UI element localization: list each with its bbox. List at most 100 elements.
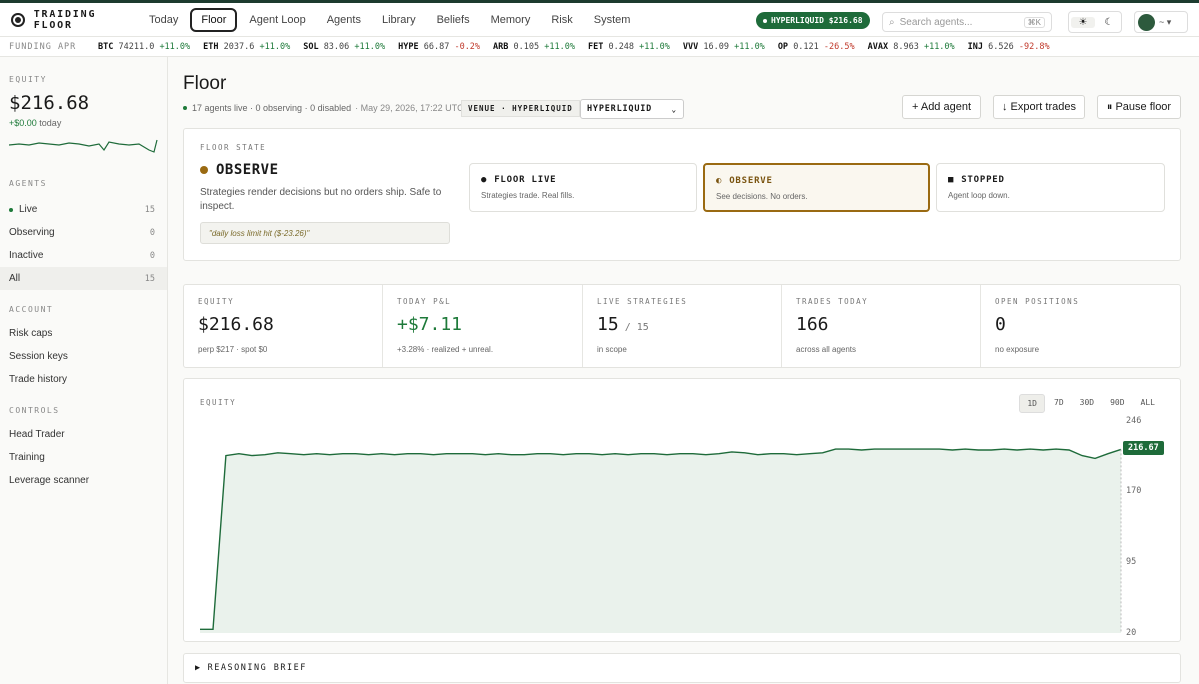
venue-balance-pill[interactable]: HYPERLIQUID $216.68: [756, 12, 870, 29]
nav-agents[interactable]: Agents: [318, 9, 370, 31]
nav-floor[interactable]: Floor: [190, 7, 238, 32]
nav-agent-loop[interactable]: Agent Loop: [240, 9, 314, 31]
sidebar-account-heading: ACCOUNT: [9, 305, 54, 314]
equity-change-period: today: [39, 118, 62, 128]
equity-chart-card: EQUITY 1D 7D 30D 90D ALL 246 170 95 20 2…: [183, 378, 1181, 642]
stat-value-text: 15: [597, 314, 619, 335]
stat-sub: perp $217 · spot $0: [198, 345, 268, 354]
stat-value-text: 0: [995, 314, 1006, 335]
ticker-item-op[interactable]: OP 0.121 -26.5%: [778, 42, 855, 52]
ticker-symbol: OP: [777, 41, 789, 52]
mode-title: ◐ OBSERVE: [716, 176, 773, 186]
sidebar-item-inactive[interactable]: Inactive 0: [0, 244, 167, 267]
sidebar: EQUITY $216.68 +$0.00 today AGENTS Live 1…: [0, 57, 168, 684]
ticker-price: 16.09: [703, 41, 729, 52]
reasoning-brief-toggle[interactable]: ▶ REASONING BRIEF: [183, 653, 1181, 683]
ticker-item-btc[interactable]: BTC 74211.0 +11.0%: [98, 42, 190, 52]
ticker-item-arb[interactable]: ARB 0.105 +11.0%: [493, 42, 575, 52]
funding-ticker: FUNDING APR BTC 74211.0 +11.0% ETH 2037.6…: [0, 37, 1199, 57]
mode-title-text: FLOOR LIVE: [494, 175, 557, 185]
sidebar-item-live[interactable]: Live 15: [0, 198, 167, 221]
nav-beliefs[interactable]: Beliefs: [428, 9, 479, 31]
mode-title-text: OBSERVE: [729, 176, 773, 186]
dark-mode-icon[interactable]: ☾: [1097, 17, 1121, 28]
ticker-item-fet[interactable]: FET 0.248 +11.0%: [588, 42, 670, 52]
mode-observe[interactable]: ◐ OBSERVE See decisions. No orders.: [703, 163, 930, 212]
ticker-price: 66.87: [423, 41, 450, 52]
floor-state-description: Strategies render decisions but no order…: [200, 187, 442, 212]
nav-system[interactable]: System: [585, 9, 640, 31]
pause-floor-button[interactable]: ⏸ Pause floor: [1097, 95, 1181, 119]
sidebar-item-label: Live: [19, 204, 38, 215]
theme-toggle[interactable]: ☀ ☾: [1068, 11, 1122, 33]
ticker-item-eth[interactable]: ETH 2037.6 +11.0%: [203, 42, 290, 52]
ticker-item-hype[interactable]: HYPE 66.87 -0.2%: [398, 42, 480, 52]
status-dot-icon: [763, 18, 767, 23]
stat-label: EQUITY: [198, 297, 235, 306]
ticker-item-inj[interactable]: INJ 6.526 -92.8%: [968, 42, 1050, 52]
stat-value: 166: [796, 314, 829, 335]
search-input[interactable]: ⌕ Search agents... ⌘K: [882, 12, 1052, 32]
stat-live-strategies: LIVE STRATEGIES 15 / 15 in scope: [583, 285, 782, 367]
stat-value: $216.68: [198, 314, 274, 335]
sidebar-item-count: 15: [144, 204, 155, 215]
logo-icon: [11, 12, 25, 27]
sidebar-item-observing[interactable]: Observing 0: [0, 221, 167, 244]
sidebar-equity-change: +$0.00 today: [0, 118, 167, 128]
y-tick-label: 170: [1126, 486, 1142, 496]
ticker-symbol: ETH: [203, 41, 219, 52]
mode-stopped[interactable]: ■ STOPPED Agent loop down.: [936, 163, 1165, 212]
ticker-item-sol[interactable]: SOL 83.06 +11.0%: [303, 42, 385, 52]
nav-risk[interactable]: Risk: [542, 9, 581, 31]
main-nav: Today Floor Agent Loop Agents Library Be…: [140, 7, 642, 32]
venue-select[interactable]: HYPERLIQUID ⌄: [580, 99, 684, 119]
sidebar-item-head-trader[interactable]: Head Trader: [0, 423, 167, 446]
ticker-item-vvv[interactable]: VVV 16.09 +11.0%: [683, 42, 765, 52]
sidebar-item-all[interactable]: All 15: [0, 267, 167, 290]
stat-label: TRADES TODAY: [796, 297, 869, 306]
floor-state-label: FLOOR STATE: [200, 143, 267, 152]
export-trades-button[interactable]: ↓ Export trades: [993, 95, 1085, 119]
ticker-symbol: VVV: [682, 41, 699, 52]
nav-today[interactable]: Today: [140, 9, 187, 31]
nav-library[interactable]: Library: [373, 9, 425, 31]
mode-description: See decisions. No orders.: [716, 192, 808, 201]
sidebar-item-risk-caps[interactable]: Risk caps: [0, 322, 167, 345]
mode-floor-live[interactable]: ● FLOOR LIVE Strategies trade. Real fills…: [469, 163, 697, 212]
search-placeholder: Search agents...: [899, 16, 973, 28]
light-mode-icon[interactable]: ☀: [1071, 16, 1095, 28]
timestamp: · May 29, 2026, 17:22 UTC: [355, 103, 464, 113]
mode-title: ● FLOOR LIVE: [481, 175, 556, 185]
mode-description: Strategies trade. Real fills.: [481, 191, 575, 200]
ticker-change: -0.2%: [454, 41, 481, 52]
stat-sub: across all agents: [796, 345, 857, 354]
stat-value-text: $216.68: [198, 314, 274, 335]
user-menu[interactable]: ~ ▾: [1134, 11, 1188, 33]
sidebar-item-session-keys[interactable]: Session keys: [0, 345, 167, 368]
equity-sparkline: [8, 139, 158, 153]
add-agent-button[interactable]: + Add agent: [902, 95, 981, 119]
reasoning-brief-label: REASONING BRIEF: [207, 663, 307, 673]
ticker-change: -26.5%: [823, 41, 855, 52]
stat-today-pnl: TODAY P&L +$7.11 +3.28% · realized + unr…: [383, 285, 583, 367]
sidebar-agents-heading: AGENTS: [9, 179, 47, 188]
last-value-tag: 216.67: [1123, 441, 1164, 455]
ticker-item-avax[interactable]: AVAX 8.963 +11.0%: [868, 42, 955, 52]
brand[interactable]: TRAIDING FLOOR: [0, 9, 140, 31]
sidebar-item-training[interactable]: Training: [0, 446, 167, 469]
top-bar: TRAIDING FLOOR Today Floor Agent Loop Ag…: [0, 0, 1199, 37]
stat-value: 15 / 15: [597, 314, 649, 335]
sidebar-item-label: All: [9, 273, 21, 284]
sidebar-item-leverage-scanner[interactable]: Leverage scanner: [0, 469, 167, 492]
stats-row: EQUITY $216.68 perp $217 · spot $0 TODAY…: [183, 284, 1181, 368]
ticker-symbol: SOL: [303, 41, 319, 52]
sidebar-equity-heading: EQUITY: [9, 75, 47, 84]
stat-value-text: +$7.11: [397, 314, 463, 335]
ticker-change: +11.0%: [734, 41, 765, 52]
nav-memory[interactable]: Memory: [482, 9, 540, 31]
ticker-change: +11.0%: [159, 41, 191, 52]
floor-state-note: "daily loss limit hit ($-23.26)": [200, 222, 450, 244]
floor-state-card: FLOOR STATE OBSERVE Strategies render de…: [183, 128, 1181, 261]
stat-sub: in scope: [597, 345, 627, 354]
sidebar-item-trade-history[interactable]: Trade history: [0, 368, 167, 391]
